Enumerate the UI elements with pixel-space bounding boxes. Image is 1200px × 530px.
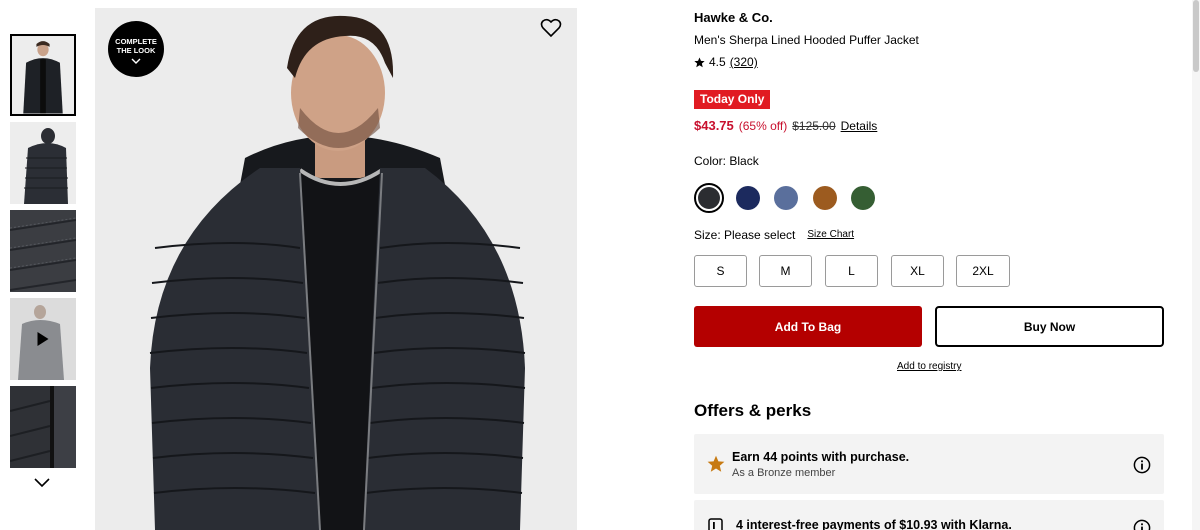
size-button-xl[interactable]: XL <box>891 255 944 287</box>
price-details-link[interactable]: Details <box>841 119 878 133</box>
size-button-s[interactable]: S <box>694 255 747 287</box>
swatch-black-fill <box>698 187 720 209</box>
thumbnail-front[interactable] <box>10 34 76 116</box>
swatch-black[interactable] <box>694 183 724 213</box>
star-icon <box>707 455 725 472</box>
size-chart-link[interactable]: Size Chart <box>807 228 854 242</box>
product-name: Men's Sherpa Lined Hooded Puffer Jacket <box>694 33 919 47</box>
size-button-2xl[interactable]: 2XL <box>956 255 1010 287</box>
size-label: Size: Please select <box>694 228 796 242</box>
size-button-m[interactable]: M <box>759 255 812 287</box>
original-price: $125.00 <box>792 119 836 133</box>
complete-the-look-label: COMPLETE THE LOOK <box>115 37 157 55</box>
swatch-blue[interactable] <box>774 186 798 210</box>
scrollbar-thumb[interactable] <box>1193 0 1199 72</box>
swatch-navy[interactable] <box>736 186 760 210</box>
info-icon[interactable] <box>1133 456 1151 474</box>
main-product-image[interactable]: COMPLETE THE LOOK <box>95 8 577 530</box>
add-to-bag-button[interactable]: Add To Bag <box>694 306 922 347</box>
color-swatches <box>694 183 894 213</box>
size-button-l[interactable]: L <box>825 255 878 287</box>
color-label: Color: Black <box>694 154 759 168</box>
info-icon[interactable] <box>1133 519 1151 530</box>
swatch-brown[interactable] <box>813 186 837 210</box>
thumbnail-back-image <box>10 122 76 204</box>
thumbnail-zipper-image <box>10 386 76 468</box>
brand-name[interactable]: Hawke & Co. <box>694 10 773 25</box>
star-icon <box>694 56 705 67</box>
review-count-link[interactable]: (320) <box>730 55 758 69</box>
product-rating: 4.5 (320) <box>694 55 758 69</box>
size-label-row: Size: Please select Size Chart <box>694 228 854 242</box>
product-photo <box>95 8 577 530</box>
perk-points: Earn 44 points with purchase. As a Bronz… <box>694 434 1164 494</box>
size-options: S M L XL 2XL <box>694 255 1024 287</box>
buy-now-button[interactable]: Buy Now <box>935 306 1164 347</box>
klarna-icon <box>708 518 723 530</box>
perk-points-subtitle: As a Bronze member <box>732 467 836 479</box>
swatch-green[interactable] <box>851 186 875 210</box>
thumbnail-video[interactable] <box>10 298 76 380</box>
thumbnail-front-image <box>12 36 74 114</box>
perk-klarna: 4 interest-free payments of $10.93 with … <box>694 500 1164 530</box>
rating-value: 4.5 <box>709 55 726 69</box>
sale-price: $43.75 <box>694 118 734 133</box>
favorite-heart-icon[interactable] <box>540 18 562 38</box>
thumbnail-detail-image <box>10 210 76 292</box>
price-row: $43.75 (65% off) $125.00 Details <box>694 118 877 133</box>
today-only-badge: Today Only <box>694 90 771 109</box>
play-icon <box>37 332 49 346</box>
perk-points-title: Earn 44 points with purchase. <box>732 450 910 464</box>
add-to-registry-link[interactable]: Add to registry <box>897 361 961 372</box>
perk-klarna-title: 4 interest-free payments of $10.93 with … <box>736 518 1012 530</box>
discount-percent: (65% off) <box>738 119 788 133</box>
chevron-down-icon <box>131 58 141 64</box>
thumbnail-detail[interactable] <box>10 210 76 292</box>
thumbnails-next-chevron-down-icon[interactable] <box>32 476 52 490</box>
thumbnail-back[interactable] <box>10 122 76 204</box>
page-scrollbar[interactable] <box>1192 0 1200 530</box>
offers-title: Offers & perks <box>694 401 812 420</box>
complete-the-look-button[interactable]: COMPLETE THE LOOK <box>108 21 164 77</box>
thumbnail-zipper[interactable] <box>10 386 76 468</box>
